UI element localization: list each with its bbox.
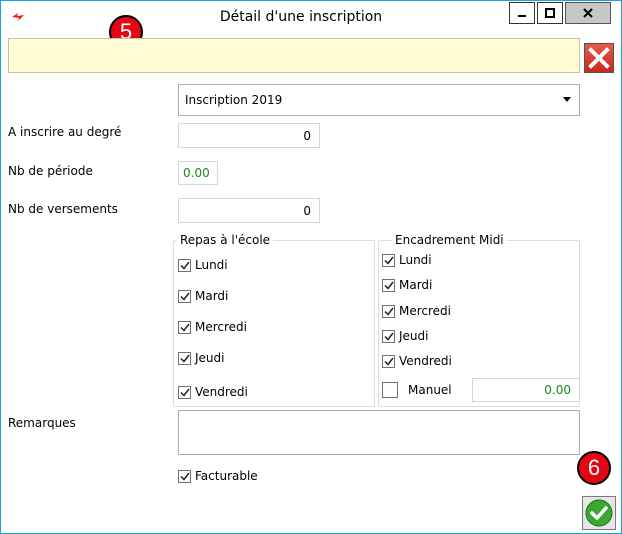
minimize-button[interactable] xyxy=(509,2,535,24)
maximize-icon xyxy=(545,8,555,18)
period-input[interactable]: 0.00 xyxy=(178,161,218,185)
dialog-window: Détail d'une inscription 5 Inscription 2… xyxy=(0,0,622,534)
close-button[interactable] xyxy=(565,2,611,24)
repas-mardi-checkbox[interactable]: Mardi xyxy=(178,289,228,303)
chevron-down-icon xyxy=(563,97,571,102)
checkbox-label: Jeudi xyxy=(195,351,225,365)
encadrement-mercredi-checkbox[interactable]: Mercredi xyxy=(382,304,451,318)
checkbox-label: Mercredi xyxy=(399,304,452,318)
inscription-select[interactable]: Inscription 2019 xyxy=(178,84,580,116)
checkbox-label: Jeudi xyxy=(399,329,429,343)
manuel-value-input[interactable]: 0.00 xyxy=(472,378,580,402)
encadrement-vendredi-checkbox[interactable]: Vendredi xyxy=(382,354,452,368)
checkbox-label: Vendredi xyxy=(399,354,452,368)
check-icon xyxy=(383,332,394,341)
encadrement-lundi-checkbox[interactable]: Lundi xyxy=(382,253,432,267)
title-bar[interactable]: Détail d'une inscription xyxy=(1,1,621,33)
check-icon xyxy=(179,323,190,332)
payments-input[interactable]: 0 xyxy=(178,198,320,223)
checkbox-label: Mardi xyxy=(399,278,433,292)
check-icon xyxy=(383,307,394,316)
facturable-checkbox[interactable]: Facturable xyxy=(178,469,258,483)
callout-badge-6: 6 xyxy=(577,451,611,485)
close-x-icon xyxy=(588,47,610,69)
remarks-label: Remarques xyxy=(8,416,76,430)
checkbox-label: Lundi xyxy=(195,258,228,272)
check-icon xyxy=(179,292,190,301)
message-bar xyxy=(8,38,580,73)
checkbox-label: Mardi xyxy=(195,289,229,303)
period-label: Nb de période xyxy=(8,164,93,178)
repas-mercredi-checkbox[interactable]: Mercredi xyxy=(178,320,247,334)
checkbox-box xyxy=(178,320,191,334)
message-close-button[interactable] xyxy=(584,43,614,73)
checkbox-box xyxy=(178,289,191,303)
repas-vendredi-checkbox[interactable]: Vendredi xyxy=(178,385,248,399)
payments-label: Nb de versements xyxy=(8,202,118,216)
check-icon xyxy=(383,357,394,366)
checkbox-label: Facturable xyxy=(195,469,258,483)
checkbox-label: Manuel xyxy=(408,383,452,397)
encadrement-mardi-checkbox[interactable]: Mardi xyxy=(382,278,432,292)
check-icon xyxy=(179,354,190,363)
check-icon xyxy=(383,281,394,290)
checkbox-label: Lundi xyxy=(399,253,432,267)
checkbox-label: Mercredi xyxy=(195,320,248,334)
checkbox-box xyxy=(178,258,191,272)
checkbox-box xyxy=(178,385,191,399)
encadrement-group-title: Encadrement Midi xyxy=(392,233,507,247)
checkbox-box xyxy=(382,253,395,267)
remarks-textarea[interactable] xyxy=(178,410,580,455)
repas-group-title: Repas à l'école xyxy=(177,233,274,247)
checkbox-box xyxy=(382,382,398,398)
checkbox-box xyxy=(382,329,395,343)
check-icon xyxy=(179,388,190,397)
checkbox-box xyxy=(178,469,191,483)
check-circle-icon xyxy=(585,499,613,527)
maximize-button[interactable] xyxy=(537,2,563,24)
check-icon xyxy=(179,472,190,481)
degree-label: A inscrire au degré xyxy=(8,125,122,139)
checkbox-box xyxy=(382,278,395,292)
check-icon xyxy=(179,261,190,270)
minimize-icon xyxy=(518,15,526,17)
check-icon xyxy=(383,256,394,265)
checkbox-box xyxy=(382,304,395,318)
checkbox-label: Vendredi xyxy=(195,385,248,399)
inscription-select-value: Inscription 2019 xyxy=(185,93,283,107)
checkbox-box xyxy=(382,354,395,368)
degree-input[interactable]: 0 xyxy=(178,123,320,148)
close-icon xyxy=(583,8,593,18)
checkbox-box xyxy=(178,351,191,365)
confirm-button[interactable] xyxy=(582,496,616,530)
encadrement-manuel-checkbox[interactable]: Manuel xyxy=(382,382,452,398)
repas-lundi-checkbox[interactable]: Lundi xyxy=(178,258,228,272)
encadrement-jeudi-checkbox[interactable]: Jeudi xyxy=(382,329,428,343)
repas-jeudi-checkbox[interactable]: Jeudi xyxy=(178,351,224,365)
